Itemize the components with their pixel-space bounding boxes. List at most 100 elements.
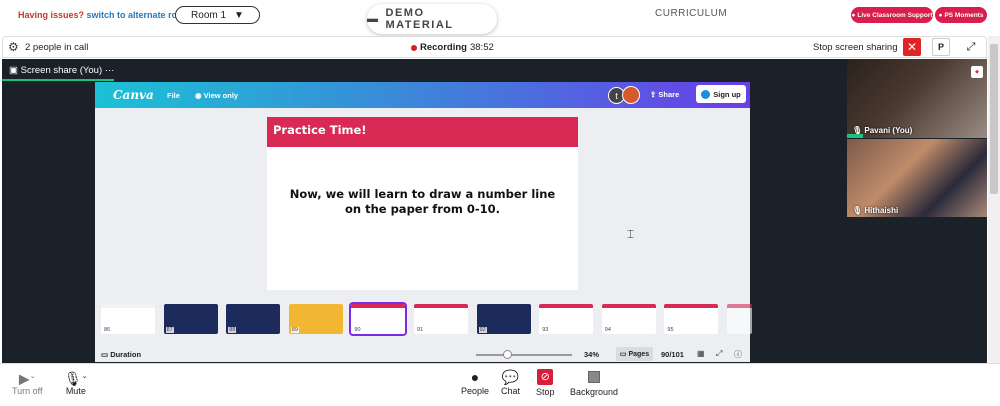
zoom-slider[interactable] bbox=[476, 354, 572, 356]
caret-down-icon: ▼ bbox=[234, 9, 244, 21]
help-icon[interactable]: ⓘ bbox=[734, 349, 742, 360]
slide-thumbnail[interactable]: 95 bbox=[664, 304, 719, 334]
thumbnail-number: 88 bbox=[228, 327, 237, 333]
upload-icon: ⇪ bbox=[650, 90, 657, 99]
live-support-label: Live Classroom Support bbox=[857, 11, 933, 19]
thumbnail-band bbox=[727, 304, 752, 308]
slide-thumbnail[interactable] bbox=[727, 304, 752, 334]
room-label: Room 1 bbox=[191, 9, 227, 21]
screen-share-label-row: ▣ Screen share (You) ··· bbox=[9, 65, 114, 76]
slide-text: Now, we will learn to draw a number line… bbox=[289, 187, 556, 216]
pages-icon: ▭ bbox=[619, 351, 627, 358]
brand-logo: ◆ bbox=[971, 66, 983, 78]
page-count: 90/101 bbox=[661, 350, 684, 359]
folder-icon: ▬ bbox=[367, 13, 380, 25]
presenter-button[interactable]: P bbox=[932, 38, 950, 56]
recording-indicator: Recording 38:52 bbox=[411, 42, 494, 53]
file-menu[interactable]: File bbox=[167, 91, 180, 100]
canva-share-button[interactable]: ⇪ Share bbox=[650, 90, 679, 99]
turn-off-label: Turn off bbox=[12, 386, 43, 396]
stop-share-icon: ⊘ bbox=[537, 369, 554, 385]
view-only-label: View only bbox=[203, 91, 239, 100]
slide-thumbnail[interactable]: 94 bbox=[601, 304, 656, 334]
stop-sharing-label: Stop screen sharing bbox=[813, 42, 898, 53]
screen-icon: ▣ bbox=[9, 65, 18, 76]
camera-button[interactable]: ▶⌄ Turn off bbox=[12, 368, 43, 396]
people-button[interactable]: ● People bbox=[461, 368, 489, 396]
sign-up-label: Sign up bbox=[713, 89, 741, 99]
pages-label: Pages bbox=[628, 350, 650, 358]
share-label: Share bbox=[658, 90, 680, 99]
microphone-icon: 🎙⌄ bbox=[64, 370, 88, 387]
background-button[interactable]: Background bbox=[570, 368, 618, 397]
mute-label: Mute bbox=[65, 386, 86, 396]
speaking-indicator bbox=[847, 134, 863, 138]
issue-notice: Having issues? switch to alternate room bbox=[18, 10, 191, 20]
zoom-slider-handle[interactable] bbox=[503, 350, 512, 359]
thumbnail-number: 89 bbox=[290, 327, 299, 333]
expand-icon[interactable]: ⤢ bbox=[962, 38, 980, 56]
thumbnail-number: 95 bbox=[666, 327, 675, 333]
eye-icon: ◉ bbox=[195, 91, 202, 100]
thumbnail-number: 87 bbox=[165, 327, 174, 333]
stop-share-button[interactable]: ⊘ Stop bbox=[536, 368, 555, 397]
thumbnail-band bbox=[414, 304, 468, 308]
slide-thumbnail[interactable]: 93 bbox=[539, 304, 594, 334]
view-only-toggle[interactable]: ◉ View only bbox=[195, 91, 238, 100]
people-count: 2 people in call bbox=[25, 42, 89, 53]
slide-thumbnail[interactable]: 86 bbox=[101, 304, 155, 334]
thumbnail-number: 86 bbox=[103, 327, 112, 333]
more-icon[interactable]: ··· bbox=[105, 65, 115, 76]
dot-icon: ● bbox=[938, 11, 943, 19]
dot-icon: ● bbox=[851, 11, 856, 19]
recording-label: Recording bbox=[420, 42, 467, 53]
thumbnail-band bbox=[351, 304, 406, 308]
slide-thumbnail[interactable]: 88 bbox=[226, 304, 281, 334]
issue-label: Having issues? bbox=[18, 10, 85, 20]
slide-thumbnail[interactable]: 89 bbox=[288, 304, 343, 334]
person-icon: ● bbox=[470, 369, 480, 385]
gear-icon[interactable]: ⚙ bbox=[8, 40, 19, 54]
duration-icon: ▭ bbox=[101, 350, 109, 359]
thumbnail-number: 90 bbox=[353, 327, 362, 333]
people-label: People bbox=[461, 386, 490, 396]
thumbnail-band bbox=[664, 304, 719, 308]
slide-title: Practice Time! bbox=[267, 117, 578, 147]
thumbnail-band bbox=[101, 304, 155, 308]
slide-thumbnail[interactable]: 92 bbox=[476, 304, 531, 334]
stop-label: Stop bbox=[536, 387, 555, 397]
fullscreen-icon[interactable]: ⤢ bbox=[716, 349, 722, 359]
ps-moments-label: PS Moments bbox=[944, 11, 984, 19]
canva-logo: Canva bbox=[113, 88, 154, 102]
chat-bubble-icon: 💬 bbox=[501, 369, 520, 385]
pages-button[interactable]: ▭ Pages bbox=[616, 347, 653, 361]
slide-thumbnail[interactable]: 90 bbox=[349, 302, 408, 336]
demo-material-button[interactable]: ▬ DEMO MATERIAL bbox=[367, 4, 497, 34]
background-icon bbox=[588, 371, 601, 383]
recording-time: 38:52 bbox=[469, 42, 494, 53]
canva-c-icon bbox=[701, 89, 711, 99]
curriculum-tab[interactable]: CURRICULUM bbox=[655, 8, 727, 19]
duration-button[interactable]: ▭ Duration bbox=[101, 350, 141, 359]
mute-button[interactable]: 🎙⌄ Mute bbox=[64, 368, 88, 396]
avatar-photo[interactable] bbox=[622, 86, 640, 104]
thumbnail-number: 92 bbox=[478, 327, 487, 333]
room-selector[interactable]: Room 1 ▼ bbox=[175, 6, 260, 24]
ps-moments-button[interactable]: ● PS Moments bbox=[935, 7, 987, 23]
stop-sharing-button[interactable]: ✕ bbox=[903, 38, 921, 56]
thumbnail-band bbox=[601, 304, 656, 308]
record-dot-icon bbox=[411, 44, 417, 51]
grid-icon[interactable]: ▦ bbox=[697, 349, 705, 358]
sign-up-button[interactable]: Sign up bbox=[696, 85, 746, 103]
close-icon: ✕ bbox=[906, 40, 918, 54]
slide-thumbnail[interactable]: 87 bbox=[163, 304, 218, 334]
live-support-button[interactable]: ● Live Classroom Support bbox=[851, 7, 933, 23]
scrollbar-thumb[interactable] bbox=[990, 44, 998, 194]
slide-thumbnail[interactable]: 91 bbox=[414, 304, 468, 334]
mic-icon: 🎙 bbox=[852, 206, 863, 215]
video-name: Pavani (You) bbox=[864, 126, 913, 135]
chat-button[interactable]: 💬 Chat bbox=[501, 368, 520, 396]
cursor-icon: ⌶ bbox=[627, 227, 635, 241]
duration-label: Duration bbox=[110, 350, 142, 359]
camera-icon: ▶⌄ bbox=[18, 370, 36, 387]
